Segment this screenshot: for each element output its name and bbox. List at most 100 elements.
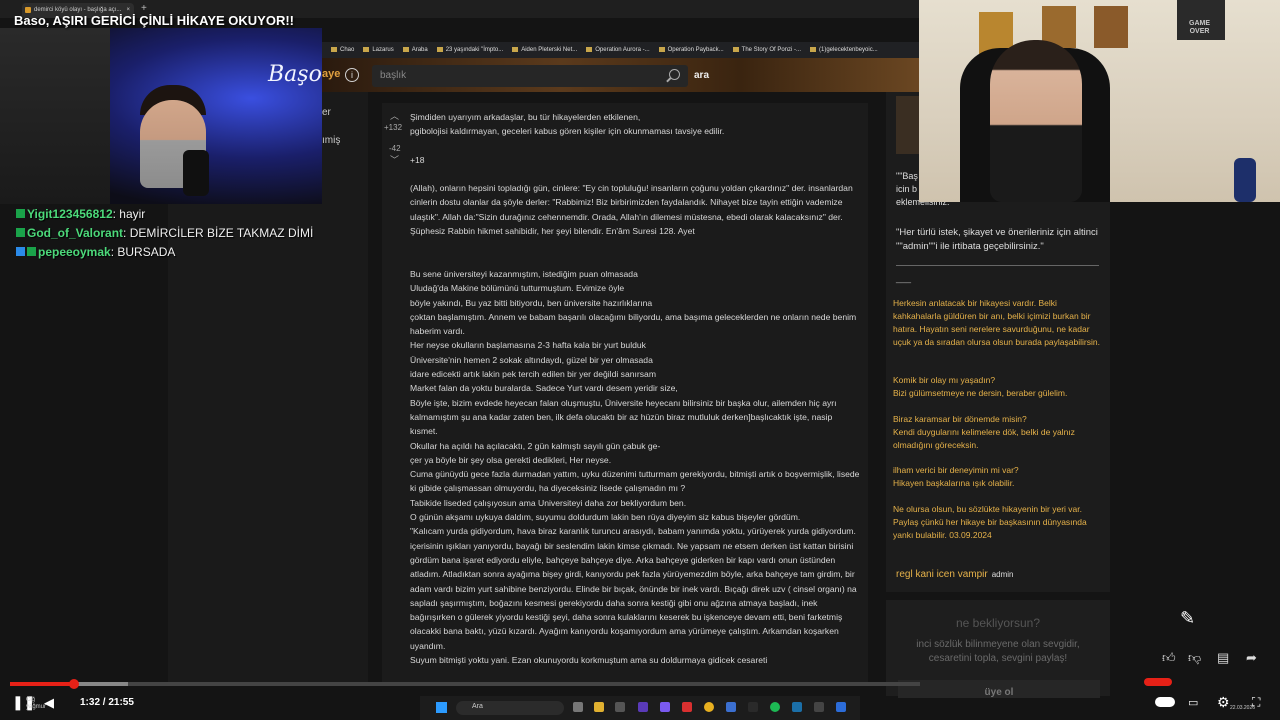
sidebar-quote: ""Baş icin b eklemelisiniz." [896, 171, 953, 207]
bookmarks-bar: Chao Lazarus Araba 23 yaşındaki "İmpto... Ai… [322, 42, 920, 58]
bookmark-label: Chao [340, 47, 355, 53]
bookmark-folder-icon [732, 46, 739, 52]
steam-icon[interactable] [792, 702, 802, 712]
progress-scrubber[interactable] [68, 679, 79, 689]
downvote-icon[interactable]: ﹀ [390, 153, 399, 166]
autoplay-toggle[interactable] [1155, 697, 1175, 707]
bookmark-label: Operation Payback... [667, 47, 724, 53]
taskbar-app-icon[interactable] [638, 702, 648, 712]
chat-text: DEMİRCİLER BİZE TAKMAZ DİMİ [129, 226, 314, 240]
sidebar-paragraph: Komik bir olay mı yaşadın? Bizi gülümset… [893, 375, 1068, 398]
bookmark-item[interactable]: The Story Of Ponzi -... [732, 42, 802, 58]
sidebar-contact-text: "Her türlü istek, şikayet ve önerilerini… [896, 227, 1098, 252]
gear-icon[interactable]: ⚙ [1217, 694, 1230, 711]
bookmark-folder-icon [363, 46, 370, 52]
time-display: 1:32 / 21:55 [80, 697, 134, 708]
wall-poster [1094, 6, 1128, 48]
bookmark-label: Aiden Pleterski Net... [521, 47, 578, 53]
bookmark-item[interactable]: Lazarus [363, 42, 394, 58]
taskbar-app-icon[interactable] [748, 702, 758, 712]
bookmark-folder-icon [331, 46, 337, 52]
site-logo[interactable]: aye [322, 68, 340, 80]
system-clock: 22.03.2026 [1230, 705, 1256, 711]
chat-username: Yigit123456812 [27, 207, 113, 221]
thumbs-down-icon[interactable]: 👎︎ [1188, 650, 1201, 666]
share-icon[interactable]: ➦ [1246, 650, 1257, 666]
bookmark-folder-icon [512, 46, 519, 52]
search-placeholder: başlık [380, 70, 407, 81]
captions-icon[interactable]: ▭ [1188, 696, 1198, 709]
neon-logo: Başo [268, 62, 322, 87]
chat-badge-icon [16, 247, 25, 256]
nav-item[interactable]: ımiş [322, 135, 340, 146]
thumbs-up-icon[interactable]: 👍︎ [1162, 650, 1176, 666]
bookmark-label: The Story Of Ponzi -... [741, 47, 802, 53]
bookmark-item[interactable]: Chao [331, 42, 354, 58]
stream-title: Baso, AŞIRI GERİCİ ÇİNLİ HİKAYE OKUYOR!! [14, 13, 295, 28]
progress-buffered [73, 682, 129, 686]
bookmark-item[interactable]: Operation Payback... [658, 42, 724, 58]
entry-paragraph-verse: (Allah), onların hepsini topladığı gün, … [410, 183, 853, 236]
progress-played [10, 682, 74, 686]
signup-button[interactable]: üye ol [898, 680, 1100, 698]
game-over-poster: GAME OVER [1189, 20, 1210, 35]
taskbar-app-icon[interactable] [615, 702, 625, 712]
volume-icon[interactable]: ◀ [44, 695, 54, 711]
search-icon[interactable] [669, 69, 680, 80]
folder-icon[interactable] [594, 702, 604, 712]
reactor-figure [990, 40, 1082, 202]
chat-username: God_of_Valorant [27, 226, 124, 240]
progress-bar[interactable] [10, 682, 920, 686]
bookmark-item[interactable]: 23 yaşındaki "İmpto... [436, 42, 503, 58]
player-stamp: Ciğ yağmur [26, 697, 47, 710]
chat-text: BURSADA [117, 245, 176, 259]
taskbar-app-icon[interactable] [836, 702, 846, 712]
bookmark-folder-icon [402, 46, 409, 52]
bookmark-item[interactable]: (1)gelecektenbeyoic... [810, 42, 878, 58]
sidebar-signature[interactable]: regl kani icen vampir admin [896, 569, 1014, 580]
chrome-icon[interactable] [704, 702, 714, 712]
microphone-icon [183, 150, 209, 196]
nav-item[interactable]: er [322, 107, 331, 118]
sidebar-divider [896, 265, 1099, 266]
chat-text: hayir [119, 207, 146, 221]
taskbar-app-icon[interactable] [660, 702, 670, 712]
sidebar-dash: ___ [896, 273, 912, 283]
taskbar-app-icon[interactable] [682, 702, 692, 712]
comment-icon[interactable]: ▤ [1217, 650, 1229, 666]
spotify-icon[interactable] [770, 702, 780, 712]
entry-paragraph-warning: Şimdiden uyarıyım arkadaşlar, bu tür hik… [410, 112, 725, 137]
pen-cursor-icon: ✎ [1180, 608, 1196, 628]
chat-message: God_of_Valorant: DEMİRCİLER BİZE TAKMAZ … [16, 226, 313, 240]
upvote-icon[interactable]: ︿ [390, 109, 399, 122]
bookmark-folder-icon [810, 46, 817, 52]
info-icon[interactable]: i [345, 68, 359, 82]
upvote-count: +132 [384, 123, 403, 132]
promo-text: inci sözlük bilinmeyene olan sevgidir, c… [916, 639, 1080, 664]
signature-name[interactable]: regl kani icen vampir [896, 569, 988, 580]
bookmark-item[interactable]: Araba [402, 42, 428, 58]
bookmark-item[interactable]: Aiden Pleterski Net... [512, 42, 577, 58]
downvote-count: -42 [389, 144, 401, 153]
chat-badge-icon [16, 209, 25, 218]
chat-message: Yigit123456812: hayir [16, 207, 145, 221]
chat-badge-icon [16, 228, 25, 237]
bookmark-item[interactable]: Operation Aurora -... [586, 42, 650, 58]
chat-message: pepeeoymak: BURSADA [16, 245, 175, 259]
search-button[interactable]: ara [694, 70, 709, 81]
sidebar-thumbnail [896, 96, 920, 154]
soda-bottle [1234, 158, 1256, 202]
search-input[interactable] [372, 65, 688, 87]
webcam-background [0, 28, 110, 204]
windows-start-icon[interactable] [436, 702, 447, 713]
signature-role: admin [991, 570, 1014, 579]
taskbar-app-icon[interactable] [814, 702, 824, 712]
sidebar-paragraph: Herkesin anlatacak bir hikayesi vardır. … [893, 298, 1100, 347]
bookmark-folder-icon [436, 46, 443, 52]
sidebar-paragraph: Biraz karamsar bir dönemde misin? Kendi … [893, 414, 1075, 450]
taskbar-app-icon[interactable] [573, 702, 583, 712]
chat-username: pepeeoymak [38, 245, 111, 259]
bookmark-folder-icon [586, 46, 593, 52]
sidebar-paragraph: ilham verici bir deneyimin mi var? Hikay… [893, 465, 1019, 488]
taskbar-app-icon[interactable] [726, 702, 736, 712]
